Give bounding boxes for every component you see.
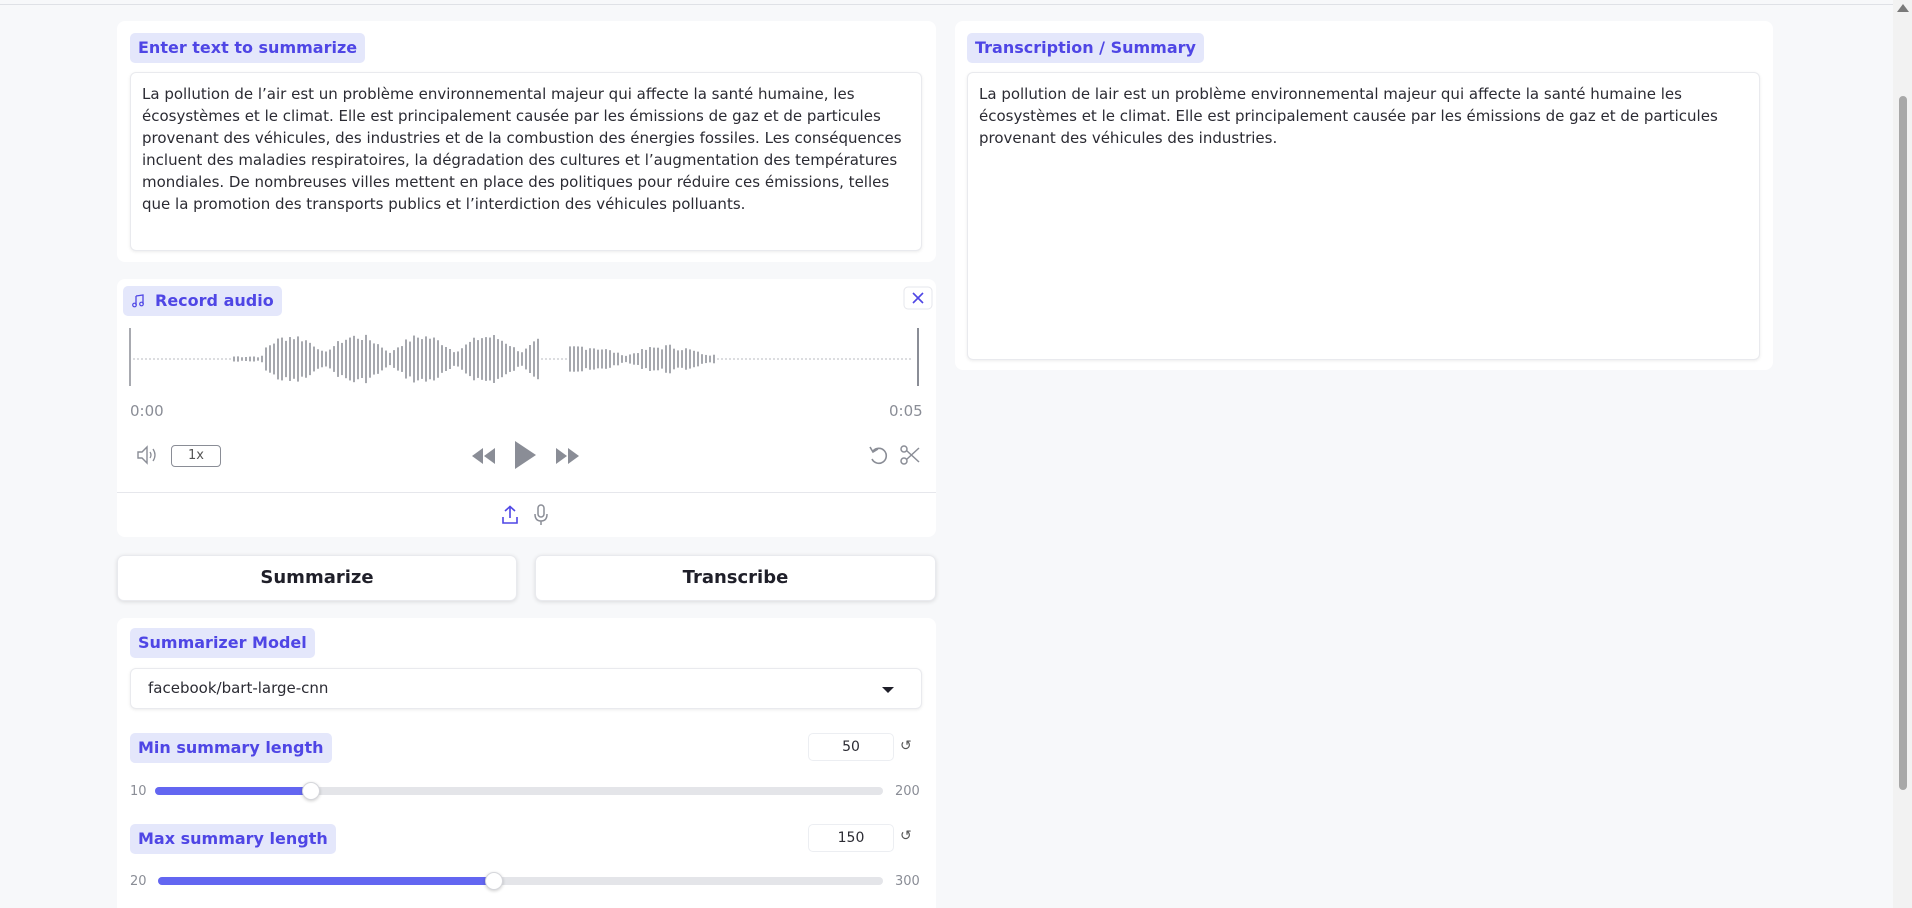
settings-panel bbox=[117, 618, 936, 908]
max-length-reset-icon[interactable]: ↺ bbox=[900, 828, 912, 844]
page-scrollbar[interactable] bbox=[1893, 0, 1912, 908]
current-time: 0:00 bbox=[130, 402, 164, 420]
transcribe-button[interactable]: Transcribe bbox=[535, 555, 936, 601]
microphone-icon[interactable] bbox=[533, 504, 549, 526]
audio-label: Record audio bbox=[123, 286, 282, 316]
model-label: Summarizer Model bbox=[130, 628, 315, 658]
min-length-reset-icon[interactable]: ↺ bbox=[900, 738, 912, 754]
audio-waveform[interactable] bbox=[128, 328, 920, 390]
close-icon[interactable] bbox=[903, 286, 933, 310]
min-length-slider[interactable] bbox=[155, 782, 883, 800]
min-length-input[interactable]: 50 bbox=[808, 733, 894, 761]
scroll-up-icon[interactable] bbox=[1897, 4, 1909, 12]
output-textarea[interactable]: La pollution de lair est un problème env… bbox=[967, 72, 1760, 360]
input-label: Enter text to summarize bbox=[130, 33, 366, 63]
audio-divider bbox=[117, 492, 936, 493]
model-selected-value: facebook/bart-large-cnn bbox=[148, 679, 329, 697]
play-icon[interactable] bbox=[512, 439, 538, 471]
scissors-icon[interactable] bbox=[899, 444, 921, 466]
duration-time: 0:05 bbox=[889, 402, 923, 420]
audio-panel bbox=[117, 279, 936, 537]
max-length-slider[interactable] bbox=[158, 872, 883, 890]
max-length-slider-thumb[interactable] bbox=[485, 872, 503, 890]
top-border bbox=[0, 0, 1893, 5]
model-dropdown[interactable]: facebook/bart-large-cnn bbox=[130, 668, 922, 709]
min-length-slider-min: 10 bbox=[130, 784, 147, 799]
undo-icon[interactable] bbox=[868, 445, 890, 467]
input-textarea[interactable]: La pollution de l’air est un problème en… bbox=[130, 72, 922, 251]
max-length-label: Max summary length bbox=[130, 824, 336, 854]
volume-icon[interactable] bbox=[136, 444, 160, 466]
fast-forward-icon[interactable] bbox=[555, 445, 581, 467]
scroll-thumb[interactable] bbox=[1899, 96, 1907, 790]
playback-rate-button[interactable]: 1x bbox=[171, 445, 221, 467]
max-length-input[interactable]: 150 bbox=[808, 824, 894, 852]
min-length-slider-thumb[interactable] bbox=[302, 782, 320, 800]
max-length-slider-min: 20 bbox=[130, 874, 147, 889]
min-length-label: Min summary length bbox=[130, 733, 332, 763]
music-note-icon bbox=[132, 294, 144, 308]
rewind-icon[interactable] bbox=[470, 445, 496, 467]
chevron-down-icon bbox=[882, 687, 894, 693]
upload-icon[interactable] bbox=[501, 505, 519, 525]
summarize-button[interactable]: Summarize bbox=[117, 555, 517, 601]
max-length-slider-max: 300 bbox=[895, 874, 920, 889]
output-label: Transcription / Summary bbox=[967, 33, 1204, 63]
min-length-slider-max: 200 bbox=[895, 784, 920, 799]
